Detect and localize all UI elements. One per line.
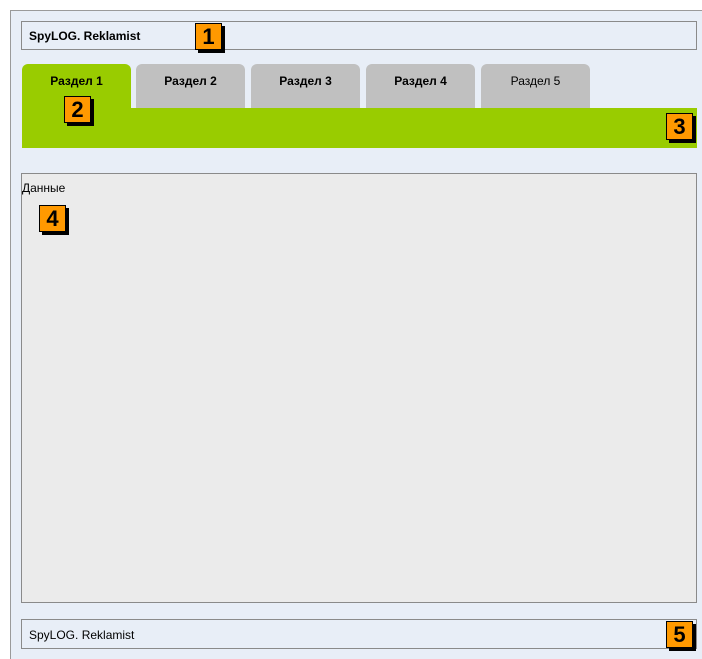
content-area: Данные — [21, 173, 697, 603]
badge-3: 3 — [666, 113, 693, 140]
tab-label: Раздел 4 — [394, 74, 447, 88]
tab-section-2[interactable]: Раздел 2 — [136, 64, 245, 108]
tab-label: Раздел 2 — [164, 74, 217, 88]
layout-frame: SpyLOG. Reklamist Раздел 1 Раздел 2 Разд… — [10, 10, 702, 659]
footer-block: SpyLOG. Reklamist — [21, 619, 697, 649]
tab-label: Раздел 5 — [510, 74, 561, 88]
badge-4: 4 — [39, 205, 66, 232]
tab-section-3[interactable]: Раздел 3 — [251, 64, 360, 108]
tab-label: Раздел 3 — [279, 74, 332, 88]
header-block: SpyLOG. Reklamist — [21, 21, 697, 50]
header-title: SpyLOG. Reklamist — [29, 29, 141, 43]
badge-2: 2 — [64, 96, 91, 123]
tab-label: Раздел 1 — [50, 74, 103, 88]
badge-5: 5 — [666, 621, 693, 648]
badge-1: 1 — [195, 23, 222, 50]
tab-section-4[interactable]: Раздел 4 — [366, 64, 475, 108]
tab-section-5[interactable]: Раздел 5 — [481, 64, 590, 108]
tab-panel-bar — [22, 108, 697, 148]
content-label: Данные — [22, 181, 66, 195]
footer-text: SpyLOG. Reklamist — [29, 628, 135, 642]
